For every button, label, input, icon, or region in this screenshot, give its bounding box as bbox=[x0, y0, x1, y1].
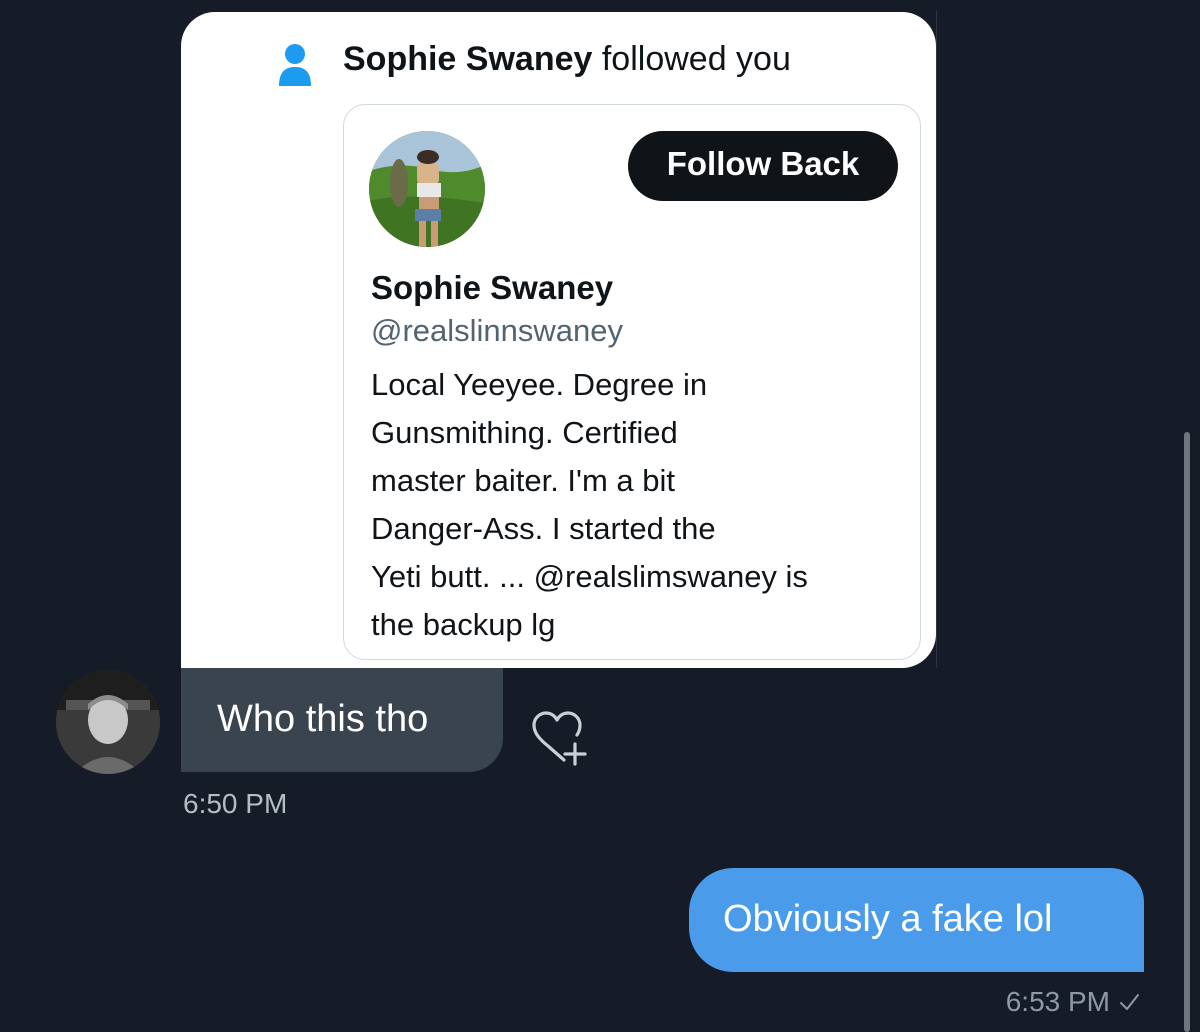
person-icon bbox=[279, 44, 311, 86]
avatar-photo-image bbox=[369, 131, 485, 247]
bio-line: Gunsmithing. Certified bbox=[371, 415, 678, 450]
outgoing-message-meta: 6:53 PM bbox=[1006, 986, 1140, 1018]
bio-line: the backup lg bbox=[371, 607, 556, 642]
outgoing-message-text: Obviously a fake lol bbox=[723, 897, 1053, 940]
shared-follow-notification-card[interactable]: Sophie Swaney followed you Follow Back S… bbox=[181, 12, 936, 668]
follow-notification-text: Sophie Swaney followed you bbox=[343, 40, 791, 79]
incoming-message-text: Who this tho bbox=[217, 697, 429, 740]
scrollbar[interactable] bbox=[1184, 432, 1190, 1032]
bio-line: Yeti butt. ... @realslimswaney is bbox=[371, 559, 808, 594]
bio-line: master baiter. I'm a bit bbox=[371, 463, 675, 498]
sender-avatar[interactable] bbox=[56, 670, 160, 774]
profile-handle[interactable]: @realslinnswaney bbox=[371, 313, 623, 349]
bio-line: Danger-Ass. I started the bbox=[371, 511, 716, 546]
bio-line: Local Yeeyee. Degree in bbox=[371, 367, 708, 402]
add-reaction-heart-icon[interactable] bbox=[526, 710, 596, 770]
incoming-message-bubble[interactable]: Who this tho bbox=[181, 668, 503, 772]
follower-name: Sophie Swaney bbox=[343, 40, 593, 78]
sender-avatar-image bbox=[56, 670, 160, 774]
outgoing-message-bubble[interactable]: Obviously a fake lol bbox=[689, 868, 1144, 972]
divider-line bbox=[936, 10, 937, 668]
sent-check-icon bbox=[1120, 994, 1139, 1010]
follow-back-button[interactable]: Follow Back bbox=[628, 131, 898, 201]
incoming-message-time: 6:50 PM bbox=[183, 788, 288, 819]
profile-display-name[interactable]: Sophie Swaney bbox=[371, 269, 613, 307]
follow-action-text: followed you bbox=[592, 40, 791, 78]
outgoing-message-time: 6:53 PM bbox=[1005, 986, 1110, 1017]
profile-bio: Local Yeeyee. Degree in Gunsmithing. Cer… bbox=[371, 361, 891, 649]
profile-avatar[interactable] bbox=[369, 131, 485, 247]
profile-preview-card[interactable]: Follow Back Sophie Swaney @realslinnswan… bbox=[343, 104, 921, 660]
